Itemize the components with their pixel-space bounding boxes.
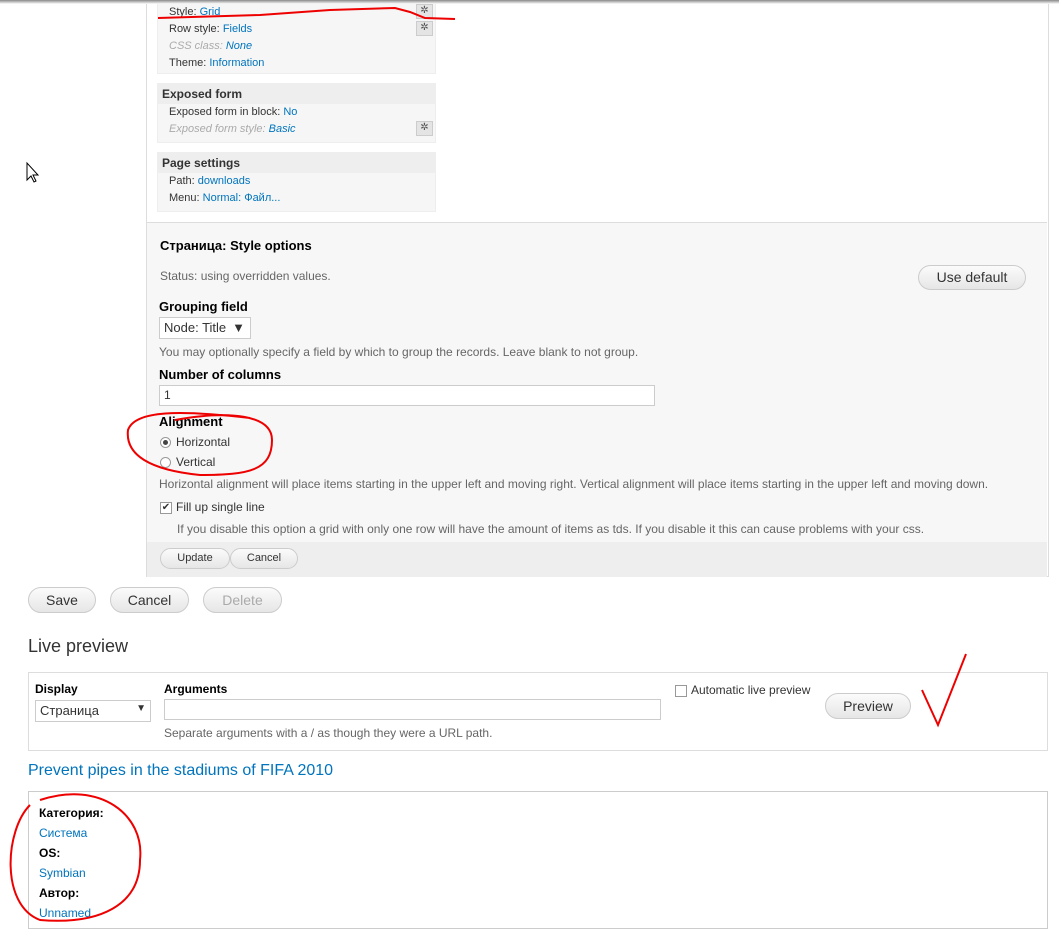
field-value-link[interactable]: Symbian <box>39 863 104 883</box>
gear-icon[interactable]: ✲ <box>416 21 433 36</box>
display-select[interactable]: Страница ▼ <box>35 700 151 722</box>
cursor-icon <box>26 161 40 183</box>
delete-button[interactable]: Delete <box>203 587 282 613</box>
css-class-link[interactable]: None <box>226 40 252 52</box>
page-settings-box: Page settings Path: downloads Menu: Norm… <box>157 152 436 212</box>
row-style-link[interactable]: Fields <box>223 23 252 35</box>
result-fields: Категория: Система OS: Symbian Автор: Un… <box>39 803 104 923</box>
path-label: Path: <box>169 175 195 187</box>
preview-button[interactable]: Preview <box>825 693 911 719</box>
arguments-desc: Separate arguments with a / as though th… <box>164 726 493 740</box>
dropdown-arrow-icon: ▼ <box>136 703 146 714</box>
grouping-field-select[interactable]: Node: Title ▼ <box>159 317 251 339</box>
menu-label: Menu: <box>169 192 200 204</box>
css-class-label: CSS class: <box>169 40 223 52</box>
path-link[interactable]: downloads <box>198 175 251 187</box>
exposed-form-box: Exposed form Exposed form in block: No E… <box>157 83 436 143</box>
live-preview-title: Live preview <box>28 636 129 656</box>
save-button[interactable]: Save <box>28 587 96 613</box>
theme-label: Theme: <box>169 57 207 69</box>
result-title-link[interactable]: Prevent pipes in the stadiums of FIFA 20… <box>28 762 333 780</box>
field-label: Категория: <box>39 806 104 820</box>
status-text: Status: using overridden values. <box>160 269 331 283</box>
top-shadow <box>0 0 1059 4</box>
alignment-desc: Horizontal alignment will place items st… <box>159 477 989 491</box>
fill-checkbox[interactable]: ✔ Fill up single line <box>160 500 265 514</box>
cancel-style-button[interactable]: Cancel <box>230 548 298 569</box>
style-link[interactable]: Grid <box>200 6 221 18</box>
style-options-form: Страница: Style options Status: using ov… <box>147 222 1047 577</box>
radio-vertical[interactable]: Vertical <box>160 455 215 469</box>
exposed-style-link[interactable]: Basic <box>269 123 296 135</box>
alignment-label: Alignment <box>159 414 223 429</box>
auto-preview-checkbox[interactable]: Automatic live preview <box>675 683 810 697</box>
radio-horizontal-label: Horizontal <box>176 435 231 449</box>
display-label: Display <box>35 682 78 696</box>
menu-link[interactable]: Normal: Файл... <box>203 192 281 204</box>
checkbox-checked-icon[interactable]: ✔ <box>160 501 172 514</box>
columns-input[interactable]: 1 <box>159 385 655 406</box>
grouping-field-value: Node: Title <box>164 320 227 335</box>
format-box: Style: Grid ✲ Row style: Fields ✲ CSS clas… <box>157 0 436 74</box>
auto-preview-label: Automatic live preview <box>691 683 811 697</box>
fill-desc: If you disable this option a grid with o… <box>177 522 925 536</box>
checkbox-icon[interactable] <box>675 684 687 697</box>
field-label: Автор: <box>39 886 80 900</box>
style-options-title: Страница: Style options <box>160 238 312 253</box>
gear-icon[interactable]: ✲ <box>416 121 433 136</box>
row-style-label: Row style: <box>169 23 220 35</box>
grouping-field-desc: You may optionally specify a field by wh… <box>159 345 639 359</box>
radio-horizontal[interactable]: Horizontal <box>160 435 230 449</box>
preview-result: Категория: Система OS: Symbian Автор: Un… <box>28 791 1048 929</box>
radio-icon[interactable] <box>160 437 171 449</box>
page-settings-title: Page settings <box>158 153 435 173</box>
field-value-link[interactable]: Unnamed <box>39 903 104 923</box>
preview-controls: Display Страница ▼ Arguments Separate arg… <box>28 672 1048 751</box>
exposed-block-link[interactable]: No <box>283 106 297 118</box>
theme-link[interactable]: Information <box>209 57 264 69</box>
radio-icon[interactable] <box>160 457 171 469</box>
arguments-label: Arguments <box>164 682 228 696</box>
grouping-field-label: Grouping field <box>159 299 248 314</box>
exposed-form-title: Exposed form <box>158 84 435 104</box>
style-label: Style: <box>169 6 197 18</box>
exposed-block-label: Exposed form in block: <box>169 106 281 118</box>
field-label: OS: <box>39 846 61 860</box>
columns-label: Number of columns <box>159 367 282 382</box>
update-button[interactable]: Update <box>160 548 230 569</box>
field-value-link[interactable]: Система <box>39 823 104 843</box>
use-default-button[interactable]: Use default <box>918 265 1026 290</box>
fill-label: Fill up single line <box>176 500 265 514</box>
exposed-style-label: Exposed form style: <box>169 123 266 135</box>
dropdown-arrow-icon: ▼ <box>232 320 245 335</box>
cancel-button[interactable]: Cancel <box>110 587 189 613</box>
arguments-input[interactable] <box>164 699 661 720</box>
radio-vertical-label: Vertical <box>176 455 216 469</box>
gear-icon[interactable]: ✲ <box>416 4 433 19</box>
display-value: Страница <box>40 703 99 718</box>
